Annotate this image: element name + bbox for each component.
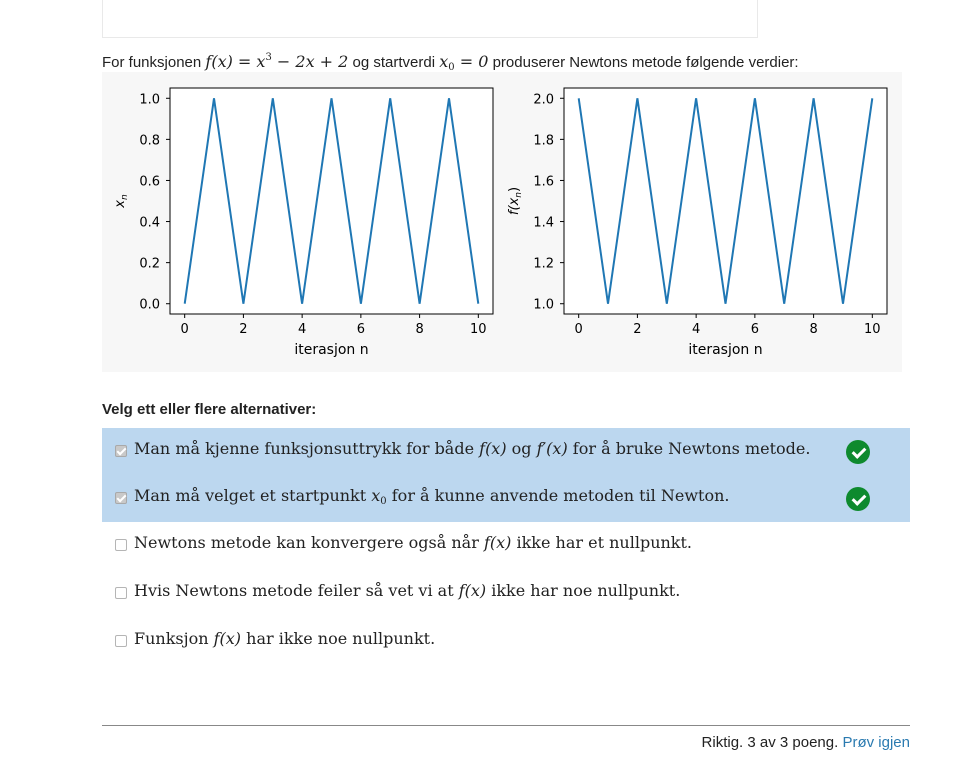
x-tick-label: 8: [415, 322, 423, 337]
previous-content-panel: [102, 0, 758, 38]
option-3[interactable]: Newtons metode kan konvergere også når f…: [102, 522, 910, 569]
intro-suffix: produserer Newtons metode følgende verdi…: [492, 54, 799, 71]
correct-check-icon: [846, 440, 870, 464]
option-3-checkbox[interactable]: [115, 539, 127, 551]
score-text: Riktig. 3 av 3 poeng.: [701, 734, 839, 751]
score-footer: Riktig. 3 av 3 poeng. Prøv igjen: [702, 734, 910, 751]
plot-area: [169, 87, 494, 315]
x-tick-label: 10: [864, 322, 881, 337]
x-tick-label: 6: [751, 322, 759, 337]
newton-iteration-figure: 0 2 4 6 8 10 0.0 0.2 0.4 0.6 0.8 1.0 iterasjon n xn 0 2…: [102, 72, 902, 372]
x-tick-label: 2: [239, 322, 247, 337]
question-prompt: Velg ett eller flere alternativer:: [102, 401, 317, 418]
intro-prefix: For funksjonen: [102, 54, 202, 71]
function-expression: f(x) = x3 − 2x + 2: [205, 52, 349, 71]
option-5-checkbox[interactable]: [115, 635, 127, 647]
chart-1: 0 2 4 6 8 10 0.0 0.2 0.4 0.6 0.8 1.0 iterasjon n xn: [113, 87, 494, 358]
x-tick-label: 4: [692, 322, 700, 337]
y-tick-label: 1.6: [533, 174, 554, 189]
y-tick-label: 1.0: [533, 298, 554, 313]
x-tick-label: 2: [633, 322, 641, 337]
x-tick-label: 0: [181, 322, 189, 337]
plot-area: [563, 87, 888, 315]
y-tick-label: 0.6: [139, 174, 160, 189]
option-2[interactable]: Man må velget et startpunkt x0 for å kun…: [102, 475, 910, 522]
y-tick-label: 1.2: [533, 257, 554, 272]
option-5[interactable]: Funksjon f(x) har ikke noe nullpunkt.: [102, 618, 910, 665]
option-2-checkbox[interactable]: [115, 492, 127, 504]
y-tick-label: 0.8: [139, 133, 160, 148]
x-tick-label: 6: [357, 322, 365, 337]
x-tick-label: 4: [298, 322, 306, 337]
option-1-label: Man må kjenne funksjonsuttrykk for både …: [134, 439, 811, 458]
x-tick-label: 8: [809, 322, 817, 337]
y-axis-label: xn: [113, 194, 130, 209]
x-axis-label: iterasjon n: [688, 342, 762, 358]
x-tick-label: 10: [470, 322, 487, 337]
y-tick-label: 1.4: [533, 216, 554, 231]
option-4-label: Hvis Newtons metode feiler så vet vi at …: [134, 581, 681, 600]
correct-check-icon: [846, 487, 870, 511]
option-1[interactable]: Man må kjenne funksjonsuttrykk for både …: [102, 428, 910, 475]
charts-svg: 0 2 4 6 8 10 0.0 0.2 0.4 0.6 0.8 1.0 iterasjon n xn 0 2…: [113, 87, 888, 358]
question-intro: For funksjonen f(x) = x3 − 2x + 2 og sta…: [102, 44, 922, 73]
y-tick-label: 0.4: [139, 216, 160, 231]
y-axis-label: f(xn): [507, 187, 524, 215]
y-tick-label: 0.0: [139, 298, 160, 313]
y-tick-label: 1.8: [533, 133, 554, 148]
start-value-expression: x0 = 0: [439, 52, 489, 73]
x-axis-label: iterasjon n: [294, 342, 368, 358]
x-tick-label: 0: [575, 322, 583, 337]
option-5-label: Funksjon f(x) har ikke noe nullpunkt.: [134, 629, 436, 648]
y-tick-label: 0.2: [139, 257, 160, 272]
option-2-label: Man må velget et startpunkt x0 for å kun…: [134, 486, 730, 507]
chart-2: 0 2 4 6 8 10 1.0 1.2 1.4 1.6 1.8 2.0 iterasjon n f(xn…: [507, 87, 888, 358]
option-4-checkbox[interactable]: [115, 587, 127, 599]
option-4[interactable]: Hvis Newtons metode feiler så vet vi at …: [102, 570, 910, 617]
y-tick-label: 1.0: [139, 92, 160, 107]
option-3-label: Newtons metode kan konvergere også når f…: [134, 533, 693, 552]
intro-middle: og startverdi: [352, 54, 436, 71]
option-1-checkbox[interactable]: [115, 445, 127, 457]
footer-divider: [102, 725, 910, 726]
y-tick-label: 2.0: [533, 92, 554, 107]
retry-link[interactable]: Prøv igjen: [842, 734, 910, 751]
